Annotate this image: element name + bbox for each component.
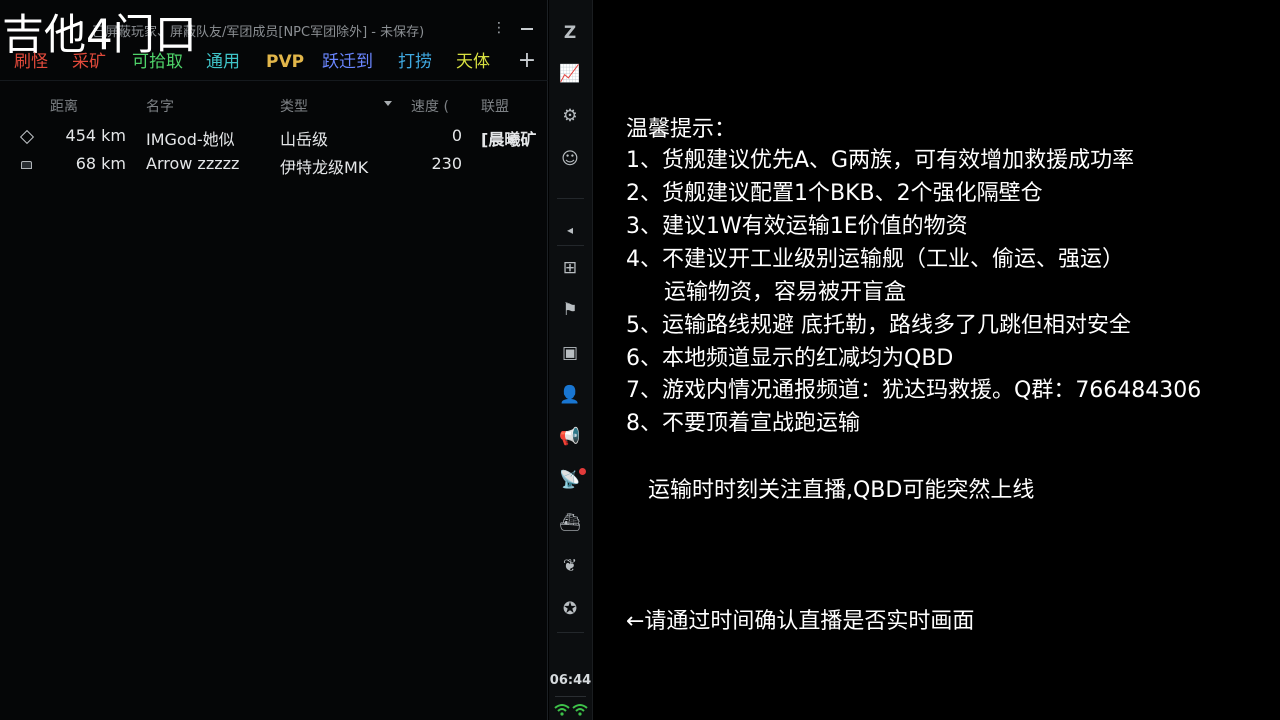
live-notice: 运输时时刻关注直播,QBD可能突然上线 <box>648 478 1035 503</box>
add-tab-button[interactable]: + <box>516 48 538 76</box>
column-type[interactable]: 类型 <box>280 96 308 116</box>
inventory-icon[interactable]: ▣ <box>557 340 583 366</box>
row-distance: 68 km <box>75 154 126 173</box>
ship-hangar-icon[interactable]: ⛴ <box>557 510 583 536</box>
fitting-icon[interactable]: ⊞ <box>557 255 583 281</box>
tab-general[interactable]: 通用 <box>206 48 240 76</box>
stream-screen: 已屏蔽玩家、屏蔽队友/军团成员[NPC军团除外] - 未保存) ⋮ 吉他4门口 … <box>0 0 1280 720</box>
notification-dot <box>579 468 586 475</box>
tip-line: 2、货舰建议配置1个BKB、2个强化隔壁仓 <box>626 181 1043 206</box>
clock-separator <box>555 696 586 697</box>
people-icon[interactable]: 👤 <box>557 382 583 408</box>
hauler-icon <box>20 158 32 170</box>
tip-line: 5、运输路线规避 底托勒，路线多了几跳但相对安全 <box>626 313 1131 338</box>
tab-pvp[interactable]: PVP <box>266 48 304 76</box>
row-name: IMGod-她似 <box>146 130 235 149</box>
tab-mining[interactable]: 采矿 <box>72 48 106 76</box>
corporation-icon[interactable]: ✪ <box>557 596 583 622</box>
tip-line: 7、游戏内情况通报频道：犹达玛救援。Q群：766484306 <box>626 378 1202 403</box>
row-velocity: 0 <box>451 126 462 145</box>
column-name[interactable]: 名字 <box>146 96 174 116</box>
overview-tabs: 刷怪 采矿 可拾取 通用 PVP 跃迁到 打捞 天体 + <box>0 48 548 76</box>
sort-descending-icon[interactable] <box>384 101 392 106</box>
table-row[interactable]: 454 km IMGod-她似 山岳级 0 [晨曦矿 <box>0 123 548 149</box>
row-distance: 454 km <box>65 126 126 145</box>
neocom-separator <box>557 198 584 199</box>
market-chart-icon[interactable]: 📈 <box>557 61 583 87</box>
diamond-icon <box>19 129 35 145</box>
stream-tips: 温馨提示： 1、货舰建议优先A、G两族，可有效增加救援成功率 2、货舰建议配置1… <box>626 0 1276 720</box>
collapse-arrow-icon[interactable]: ◂ <box>557 217 583 243</box>
tab-lootable[interactable]: 可拾取 <box>132 48 183 76</box>
tab-ratting[interactable]: 刷怪 <box>14 48 48 76</box>
eve-menu-icon[interactable]: Z <box>557 20 583 46</box>
row-name: Arrow zzzzz <box>146 154 240 173</box>
tabs-divider <box>0 80 548 81</box>
table-row[interactable]: 68 km Arrow zzzzz 伊特龙级MK 230 <box>0 151 548 177</box>
tip-line: 8、不要顶着宣战跑运输 <box>626 411 860 436</box>
tab-salvage[interactable]: 打捞 <box>398 48 432 76</box>
row-velocity: 230 <box>431 154 462 173</box>
row-type: 伊特龙级MK <box>280 158 369 177</box>
tips-heading: 温馨提示： <box>626 117 737 142</box>
tip-line: 1、货舰建议优先A、G两族，可有效增加救援成功率 <box>626 148 1135 173</box>
megaphone-icon[interactable]: 📢 <box>557 424 583 450</box>
neocom-sidebar: Z 📈 ⚙ ☺ ◂ ⊞ ⚑ ▣ 👤 📢 📡 ⛴ ❦ ✪ 06:44 <box>549 0 593 720</box>
character-icon[interactable]: ☺ <box>557 146 583 172</box>
column-velocity[interactable]: 速度 ( <box>411 96 449 116</box>
neocom-separator <box>557 245 584 246</box>
connection-signal-icon <box>554 704 588 716</box>
neocom-separator <box>557 632 584 633</box>
minimize-icon[interactable] <box>518 16 536 40</box>
tip-line: 6、本地频道显示的红减均为QBD <box>626 346 954 371</box>
time-check-notice: ←请通过时间确认直播是否实时画面 <box>626 609 975 634</box>
column-distance[interactable]: 距离 <box>50 96 78 116</box>
tab-celestials[interactable]: 天体 <box>456 48 490 76</box>
row-alliance: [晨曦矿 <box>481 130 537 149</box>
map-icon[interactable]: ⚑ <box>557 297 583 323</box>
tab-warp-to[interactable]: 跃迁到 <box>322 48 373 76</box>
tip-line: 4、不建议开工业级别运输舰（工业、偷运、强运） <box>626 247 1124 272</box>
column-alliance[interactable]: 联盟 <box>481 96 509 116</box>
wings-icon[interactable]: ❦ <box>557 553 583 579</box>
skills-gear-icon[interactable]: ⚙ <box>557 103 583 129</box>
more-options-icon[interactable]: ⋮ <box>492 16 506 40</box>
eve-clock: 06:44 <box>549 673 592 688</box>
overview-panel: 已屏蔽玩家、屏蔽队友/军团成员[NPC军团除外] - 未保存) ⋮ 吉他4门口 … <box>0 0 548 720</box>
tip-line: 3、建议1W有效运输1E价值的物资 <box>626 214 968 239</box>
row-type: 山岳级 <box>280 130 329 149</box>
tip-line: 运输物资，容易被开盲盒 <box>664 280 907 305</box>
overview-table-header: 距离 名字 类型 速度 ( 联盟 <box>0 92 548 116</box>
